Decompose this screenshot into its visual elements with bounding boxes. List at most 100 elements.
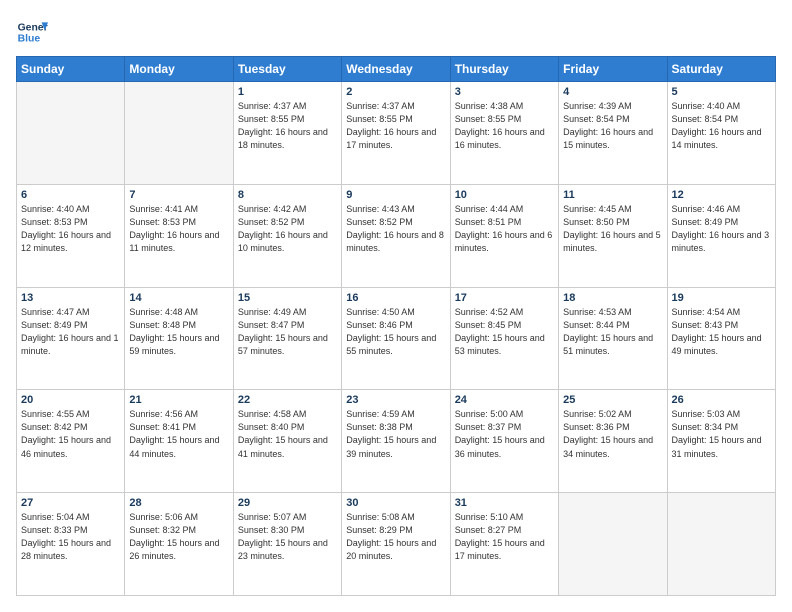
- day-number: 21: [129, 394, 228, 406]
- day-number: 31: [455, 497, 554, 509]
- day-number: 2: [346, 86, 445, 98]
- day-number: 11: [563, 189, 662, 201]
- day-number: 22: [238, 394, 337, 406]
- calendar-cell: 14Sunrise: 4:48 AM Sunset: 8:48 PM Dayli…: [125, 287, 233, 390]
- calendar-cell: 28 Sunrise: 5:06 AM Sunset: 8:32 PM Dayli…: [125, 493, 233, 596]
- calendar-cell: 3 Sunrise: 4:38 AM Sunset: 8:55 PM Daylig…: [450, 82, 558, 185]
- day-info: Sunrise: 4:50 AM Sunset: 8:46 PM Dayligh…: [346, 306, 445, 358]
- calendar-cell: 8 Sunrise: 4:42 AM Sunset: 8:52 PM Daylig…: [233, 184, 341, 287]
- calendar-cell: 6Sunrise: 4:40 AM Sunset: 8:53 PM Daylig…: [17, 184, 125, 287]
- day-number: 8: [238, 189, 337, 201]
- day-number: 7: [129, 189, 228, 201]
- calendar-cell: 29 Sunrise: 5:07 AM Sunset: 8:30 PM Dayli…: [233, 493, 341, 596]
- logo: General Blue: [16, 16, 48, 48]
- day-number: 20: [21, 394, 120, 406]
- calendar-cell: [667, 493, 775, 596]
- day-number: 23: [346, 394, 445, 406]
- calendar-cell: 2Sunrise: 4:37 AM Sunset: 8:55 PM Daylig…: [342, 82, 450, 185]
- calendar-cell: 16Sunrise: 4:50 AM Sunset: 8:46 PM Dayli…: [342, 287, 450, 390]
- calendar-cell: 30 Sunrise: 5:08 AM Sunset: 8:29 PM Dayli…: [342, 493, 450, 596]
- day-number: 3: [455, 86, 554, 98]
- weekday-header-tuesday: Tuesday: [233, 57, 341, 82]
- calendar-cell: 5 Sunrise: 4:40 AM Sunset: 8:54 PM Daylig…: [667, 82, 775, 185]
- weekday-header-sunday: Sunday: [17, 57, 125, 82]
- day-info: Sunrise: 4:41 AM Sunset: 8:53 PM Dayligh…: [129, 203, 228, 255]
- calendar-cell: [559, 493, 667, 596]
- day-info: Sunrise: 4:58 AM Sunset: 8:40 PM Dayligh…: [238, 408, 337, 460]
- day-info: Sunrise: 4:43 AM Sunset: 8:52 PM Dayligh…: [346, 203, 445, 255]
- day-number: 5: [672, 86, 771, 98]
- calendar-cell: [17, 82, 125, 185]
- day-number: 4: [563, 86, 662, 98]
- day-info: Sunrise: 4:56 AM Sunset: 8:41 PM Dayligh…: [129, 408, 228, 460]
- day-info: Sunrise: 4:59 AM Sunset: 8:38 PM Dayligh…: [346, 408, 445, 460]
- day-number: 29: [238, 497, 337, 509]
- calendar-week-row: 20 Sunrise: 4:55 AM Sunset: 8:42 PM Dayli…: [17, 390, 776, 493]
- day-number: 1: [238, 86, 337, 98]
- calendar-table: SundayMondayTuesdayWednesdayThursdayFrid…: [16, 56, 776, 596]
- day-number: 13: [21, 292, 120, 304]
- calendar-cell: 23 Sunrise: 4:59 AM Sunset: 8:38 PM Dayli…: [342, 390, 450, 493]
- day-number: 27: [21, 497, 120, 509]
- calendar-cell: 31 Sunrise: 5:10 AM Sunset: 8:27 PM Dayli…: [450, 493, 558, 596]
- day-number: 10: [455, 189, 554, 201]
- day-number: 9: [346, 189, 445, 201]
- day-info: Sunrise: 5:04 AM Sunset: 8:33 PM Dayligh…: [21, 511, 120, 563]
- weekday-header-monday: Monday: [125, 57, 233, 82]
- calendar-cell: 4 Sunrise: 4:39 AM Sunset: 8:54 PM Daylig…: [559, 82, 667, 185]
- day-number: 28: [129, 497, 228, 509]
- day-info: Sunrise: 5:10 AM Sunset: 8:27 PM Dayligh…: [455, 511, 554, 563]
- svg-text:Blue: Blue: [18, 34, 41, 45]
- weekday-header-friday: Friday: [559, 57, 667, 82]
- logo-icon: General Blue: [16, 16, 48, 48]
- calendar-cell: 17Sunrise: 4:52 AM Sunset: 8:45 PM Dayli…: [450, 287, 558, 390]
- calendar-week-row: 6Sunrise: 4:40 AM Sunset: 8:53 PM Daylig…: [17, 184, 776, 287]
- calendar-cell: 15 Sunrise: 4:49 AM Sunset: 8:47 PM Dayli…: [233, 287, 341, 390]
- day-info: Sunrise: 4:52 AM Sunset: 8:45 PM Dayligh…: [455, 306, 554, 358]
- day-info: Sunrise: 5:00 AM Sunset: 8:37 PM Dayligh…: [455, 408, 554, 460]
- day-info: Sunrise: 5:06 AM Sunset: 8:32 PM Dayligh…: [129, 511, 228, 563]
- calendar-body: 1 Sunrise: 4:37 AM Sunset: 8:55 PM Daylig…: [17, 82, 776, 596]
- calendar-cell: 22 Sunrise: 4:58 AM Sunset: 8:40 PM Dayli…: [233, 390, 341, 493]
- calendar-cell: [125, 82, 233, 185]
- calendar-header-row: SundayMondayTuesdayWednesdayThursdayFrid…: [17, 57, 776, 82]
- day-info: Sunrise: 5:03 AM Sunset: 8:34 PM Dayligh…: [672, 408, 771, 460]
- day-info: Sunrise: 4:40 AM Sunset: 8:54 PM Dayligh…: [672, 100, 771, 152]
- day-info: Sunrise: 4:37 AM Sunset: 8:55 PM Dayligh…: [238, 100, 337, 152]
- day-info: Sunrise: 4:42 AM Sunset: 8:52 PM Dayligh…: [238, 203, 337, 255]
- calendar-cell: 11 Sunrise: 4:45 AM Sunset: 8:50 PM Dayli…: [559, 184, 667, 287]
- weekday-header-saturday: Saturday: [667, 57, 775, 82]
- day-number: 26: [672, 394, 771, 406]
- day-info: Sunrise: 4:38 AM Sunset: 8:55 PM Dayligh…: [455, 100, 554, 152]
- calendar-week-row: 27 Sunrise: 5:04 AM Sunset: 8:33 PM Dayli…: [17, 493, 776, 596]
- calendar-cell: 24 Sunrise: 5:00 AM Sunset: 8:37 PM Dayli…: [450, 390, 558, 493]
- calendar-cell: 1 Sunrise: 4:37 AM Sunset: 8:55 PM Daylig…: [233, 82, 341, 185]
- weekday-header-thursday: Thursday: [450, 57, 558, 82]
- calendar-cell: 21 Sunrise: 4:56 AM Sunset: 8:41 PM Dayli…: [125, 390, 233, 493]
- day-info: Sunrise: 4:53 AM Sunset: 8:44 PM Dayligh…: [563, 306, 662, 358]
- calendar-cell: 12 Sunrise: 4:46 AM Sunset: 8:49 PM Dayli…: [667, 184, 775, 287]
- day-info: Sunrise: 4:39 AM Sunset: 8:54 PM Dayligh…: [563, 100, 662, 152]
- day-info: Sunrise: 5:07 AM Sunset: 8:30 PM Dayligh…: [238, 511, 337, 563]
- day-info: Sunrise: 5:08 AM Sunset: 8:29 PM Dayligh…: [346, 511, 445, 563]
- page-header: General Blue: [16, 16, 776, 48]
- day-number: 12: [672, 189, 771, 201]
- day-info: Sunrise: 4:55 AM Sunset: 8:42 PM Dayligh…: [21, 408, 120, 460]
- day-info: Sunrise: 4:49 AM Sunset: 8:47 PM Dayligh…: [238, 306, 337, 358]
- day-number: 15: [238, 292, 337, 304]
- weekday-header-wednesday: Wednesday: [342, 57, 450, 82]
- calendar-cell: 19Sunrise: 4:54 AM Sunset: 8:43 PM Dayli…: [667, 287, 775, 390]
- day-info: Sunrise: 4:45 AM Sunset: 8:50 PM Dayligh…: [563, 203, 662, 255]
- day-number: 6: [21, 189, 120, 201]
- calendar-cell: 25Sunrise: 5:02 AM Sunset: 8:36 PM Dayli…: [559, 390, 667, 493]
- calendar-cell: 9 Sunrise: 4:43 AM Sunset: 8:52 PM Daylig…: [342, 184, 450, 287]
- calendar-week-row: 13Sunrise: 4:47 AM Sunset: 8:49 PM Dayli…: [17, 287, 776, 390]
- day-number: 30: [346, 497, 445, 509]
- calendar-cell: 26 Sunrise: 5:03 AM Sunset: 8:34 PM Dayli…: [667, 390, 775, 493]
- day-number: 24: [455, 394, 554, 406]
- day-number: 19: [672, 292, 771, 304]
- day-info: Sunrise: 4:44 AM Sunset: 8:51 PM Dayligh…: [455, 203, 554, 255]
- day-info: Sunrise: 4:46 AM Sunset: 8:49 PM Dayligh…: [672, 203, 771, 255]
- calendar-cell: 7 Sunrise: 4:41 AM Sunset: 8:53 PM Daylig…: [125, 184, 233, 287]
- day-info: Sunrise: 5:02 AM Sunset: 8:36 PM Dayligh…: [563, 408, 662, 460]
